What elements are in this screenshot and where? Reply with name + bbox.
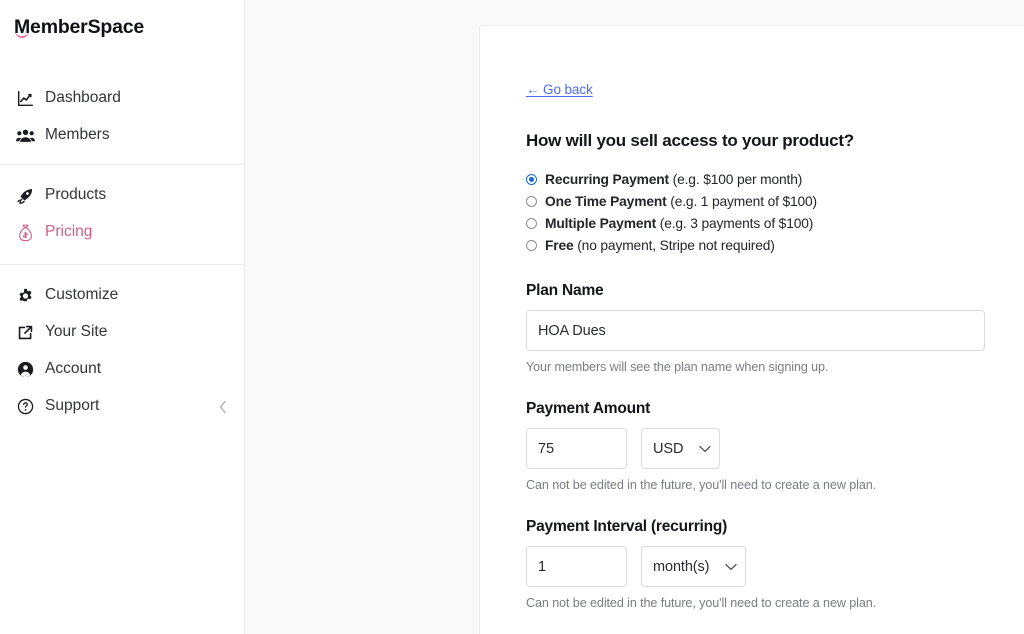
radio-indicator[interactable] xyxy=(526,173,537,185)
interval-unit-select-wrapper[interactable]: month(s) xyxy=(641,546,746,587)
payment-amount-helper-text: Can not be edited in the future, you'll … xyxy=(526,478,877,492)
chevron-down-icon xyxy=(725,563,738,571)
sidebar-item-label: Pricing xyxy=(45,223,93,241)
sidebar-group-catalog: Products Pricing xyxy=(0,164,244,264)
chart-line-icon xyxy=(14,89,36,109)
radio-option-detail: (e.g. $100 per month) xyxy=(672,171,803,187)
sidebar-item-label: Dashboard xyxy=(45,89,121,107)
plan-name-label: Plan Name xyxy=(526,282,604,299)
sell-access-radio-group: Recurring Payment (e.g. $100 per month) … xyxy=(526,168,984,256)
money-bag-icon xyxy=(14,223,36,243)
payment-interval-label: Payment Interval (recurring) xyxy=(526,518,728,535)
currency-select-wrapper[interactable]: USD xyxy=(641,428,720,469)
sidebar-item-account[interactable]: Account xyxy=(0,351,244,388)
radio-option-title: Multiple Payment xyxy=(545,215,657,231)
brand-logo[interactable]: MemberSpace xyxy=(0,0,244,46)
rocket-icon xyxy=(14,186,36,206)
payment-interval-input[interactable] xyxy=(526,546,627,587)
external-link-icon xyxy=(14,323,36,343)
radio-option-title: Free xyxy=(545,237,574,253)
radio-option-recurring-payment[interactable]: Recurring Payment (e.g. $100 per month) xyxy=(526,168,984,190)
radio-option-free[interactable]: Free (no payment, Stripe not required) xyxy=(526,234,984,256)
sidebar-item-members[interactable]: Members xyxy=(0,117,244,154)
gear-icon xyxy=(14,286,36,306)
sidebar-group-settings: Customize Your Site Account Support xyxy=(0,264,244,435)
radio-option-detail: (e.g. 3 payments of $100) xyxy=(659,215,814,231)
sidebar-item-label: Members xyxy=(45,126,110,144)
plan-name-field-block: Plan Name Your members will see the plan… xyxy=(526,282,985,374)
go-back-link[interactable]: ← Go back xyxy=(526,82,593,97)
currency-select[interactable]: USD xyxy=(641,428,720,469)
sidebar-item-label: Customize xyxy=(45,286,119,304)
sidebar-item-customize[interactable]: Customize xyxy=(0,277,244,314)
payment-interval-helper-text: Can not be edited in the future, you'll … xyxy=(526,596,877,610)
interval-unit-select-value: month(s) xyxy=(653,558,710,575)
radio-indicator[interactable] xyxy=(526,239,537,251)
radio-indicator[interactable] xyxy=(526,217,537,229)
main-content-area: ← Go back How will you sell access to yo… xyxy=(245,0,1024,634)
sidebar-item-your-site[interactable]: Your Site xyxy=(0,314,244,351)
sidebar-item-pricing[interactable]: Pricing xyxy=(0,214,244,251)
plan-form-card: ← Go back How will you sell access to yo… xyxy=(479,25,1024,634)
payment-amount-label: Payment Amount xyxy=(526,400,651,417)
app-root: MemberSpace Dashboard Members Products P… xyxy=(0,0,1024,634)
currency-select-value: USD xyxy=(653,440,684,457)
brand-name: MemberSpace xyxy=(14,16,145,39)
plan-name-helper-text: Your members will see the plan name when… xyxy=(526,360,829,374)
radio-option-one-time-payment[interactable]: One Time Payment (e.g. 1 payment of $100… xyxy=(526,190,984,212)
sidebar-item-label: Support xyxy=(45,397,100,415)
question-circle-icon xyxy=(14,397,36,417)
payment-amount-field-block: Payment Amount USD xyxy=(526,400,984,492)
radio-option-detail: (e.g. 1 payment of $100) xyxy=(670,193,817,209)
people-group-icon xyxy=(14,126,36,146)
page-title: How will you sell access to your product… xyxy=(526,131,854,150)
sidebar-item-label: Account xyxy=(45,360,102,378)
radio-option-detail: (no payment, Stripe not required) xyxy=(577,237,775,253)
interval-unit-select[interactable]: month(s) xyxy=(641,546,746,587)
sidebar-item-support[interactable]: Support xyxy=(0,388,244,425)
sidebar-group-primary: Dashboard Members xyxy=(0,46,244,164)
payment-interval-field-block: Payment Interval (recurring) month(s) xyxy=(526,518,984,610)
plan-name-input[interactable] xyxy=(526,310,985,351)
sidebar-item-label: Your Site xyxy=(45,323,108,341)
sidebar-item-dashboard[interactable]: Dashboard xyxy=(0,80,244,117)
radio-option-multiple-payment[interactable]: Multiple Payment (e.g. 3 payments of $10… xyxy=(526,212,984,234)
user-circle-icon xyxy=(14,360,36,380)
payment-amount-input[interactable] xyxy=(526,428,627,469)
radio-option-title: Recurring Payment xyxy=(545,171,669,187)
chevron-down-icon xyxy=(699,445,711,453)
sidebar-collapse-button[interactable] xyxy=(218,400,228,414)
sidebar-item-products[interactable]: Products xyxy=(0,177,244,214)
sidebar: MemberSpace Dashboard Members Products P… xyxy=(0,0,245,634)
radio-option-title: One Time Payment xyxy=(545,193,667,209)
radio-indicator[interactable] xyxy=(526,195,537,207)
sidebar-item-label: Products xyxy=(45,186,107,204)
